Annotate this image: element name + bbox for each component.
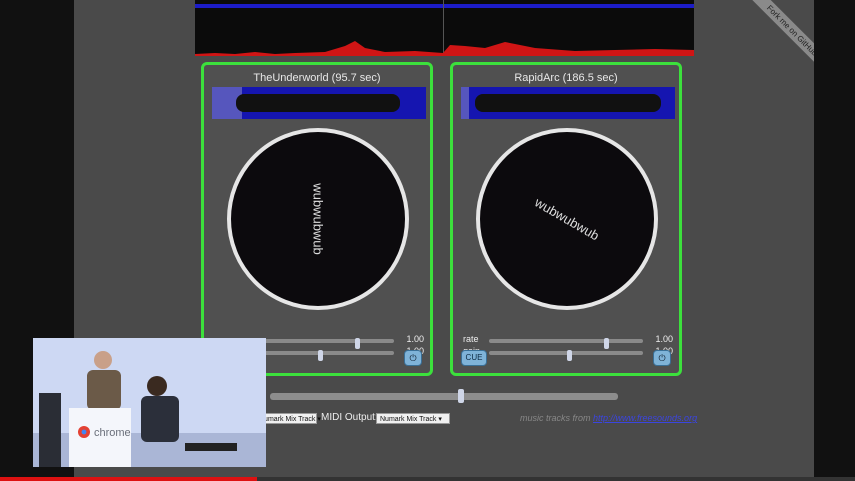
speaker-scene-image: chrome [33,338,266,467]
deck-left-waveform-body [236,94,400,112]
deck-left-rate-value: 1.00 [406,334,424,344]
crossfader[interactable] [270,389,618,403]
midi-input-select-value: Numark Mix Track [259,416,316,423]
midi-output-select-value: Numark Mix Track [380,416,437,423]
waveform-red-peaks [195,41,694,56]
deck-right-platter[interactable]: wubwubwub [476,128,658,310]
music-credits-prefix: music tracks from [520,413,594,423]
deck-left-title: TheUnderworld (95.7 sec) [253,72,381,84]
deck-right-waveform-body [475,94,661,112]
deck-right: RapidArc (186.5 sec) wubwubwub rate 1.00… [450,62,682,376]
deck-right-gain-track[interactable] [489,350,643,361]
deck-right-power-button[interactable]: ⏻ [653,350,671,366]
deck-right-cue-button[interactable]: CUE [461,350,487,366]
power-icon: ⏻ [658,353,666,363]
svg-text:chrome: chrome [94,427,131,439]
video-progress-fill [0,477,257,481]
deck-left-waveform[interactable] [212,87,426,119]
deck-right-gain-slider[interactable]: gain 1.00 [463,346,673,361]
midi-output-label: MIDI Output: [321,412,378,423]
speaker-camera-feed: chrome [33,338,266,467]
deck-right-gain-knob[interactable] [567,350,572,361]
deck-right-platter-label: wubwubwub [532,194,602,244]
waveform-blue-line [195,4,694,8]
midi-output-select[interactable]: Numark Mix Track ▾ [376,413,450,424]
master-waveform[interactable] [195,0,694,56]
deck-left-power-button[interactable]: ⏻ [404,350,422,366]
deck-left-platter-label: wubwubwub [310,183,326,255]
github-ribbon-text[interactable]: Fork me on GitHub [737,0,814,82]
crossfader-knob[interactable] [458,389,464,403]
deck-right-title: RapidArc (186.5 sec) [514,72,618,84]
deck-right-rate-value: 1.00 [655,334,673,344]
music-credits-link[interactable]: http://www.freesounds.org [593,413,697,423]
deck-right-rate-track[interactable] [489,338,643,349]
github-ribbon[interactable]: Fork me on GitHub [732,0,814,82]
deck-right-playhead-region [461,87,469,119]
deck-left-platter[interactable]: wubwubwub [227,128,409,310]
music-credits: music tracks from http://www.freesounds.… [520,413,697,423]
deck-right-rate-slider[interactable]: rate 1.00 [463,334,673,349]
deck-right-waveform[interactable] [461,87,675,119]
deck-left-gain-knob[interactable] [318,350,323,361]
deck-left: TheUnderworld (95.7 sec) wubwubwub rate … [201,62,433,376]
right-letterbox [814,0,855,477]
power-icon: ⏻ [409,353,417,363]
deck-right-rate-label: rate [463,334,479,344]
